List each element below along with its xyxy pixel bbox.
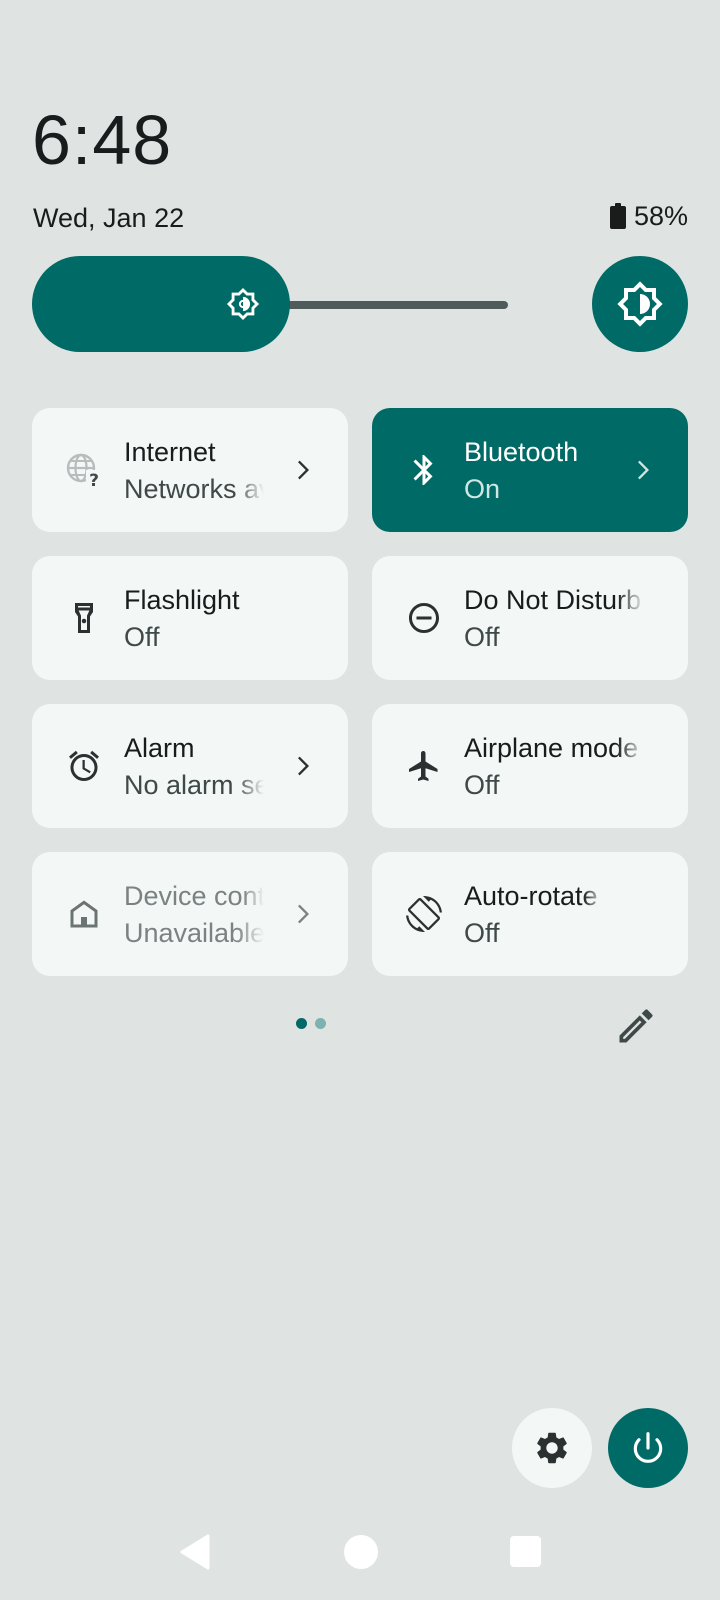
tile-subtitle: Off	[124, 622, 160, 652]
back-icon[interactable]	[178, 1534, 212, 1570]
tile-alarm[interactable]: Alarm No alarm set	[32, 704, 348, 828]
battery-icon	[609, 203, 626, 229]
power-button[interactable]	[608, 1408, 688, 1488]
auto-rotate-icon	[406, 896, 442, 932]
brightness-icon	[617, 281, 663, 327]
auto-brightness-button[interactable]	[592, 256, 688, 352]
home-icon	[70, 900, 98, 928]
airplane-icon	[409, 751, 438, 781]
home-button[interactable]	[344, 1535, 378, 1569]
tile-do-not-disturb[interactable]: Do Not Disturb Off	[372, 556, 688, 680]
svg-text:?: ?	[89, 471, 99, 488]
flashlight-icon	[75, 603, 93, 633]
tile-subtitle: Off	[464, 622, 500, 652]
tile-title: Device controls	[124, 881, 264, 911]
alarm-icon	[69, 750, 99, 781]
tile-title: Alarm	[124, 733, 195, 763]
tile-subtitle: Unavailable	[124, 918, 264, 948]
tile-title: Bluetooth	[464, 437, 579, 467]
brightness-slider[interactable]	[32, 256, 516, 352]
edit-icon[interactable]	[614, 1004, 658, 1048]
tile-bluetooth[interactable]: Bluetooth On	[372, 408, 688, 532]
chevron-right-icon	[298, 756, 309, 776]
power-icon	[633, 1432, 663, 1463]
tile-title: Flashlight	[124, 585, 240, 615]
tile-title: Airplane mode	[464, 733, 639, 763]
tile-subtitle: On	[464, 474, 501, 504]
clock: 6:48	[32, 101, 173, 179]
bluetooth-icon	[413, 455, 433, 485]
internet-question-icon: ?	[66, 453, 102, 488]
tile-subtitle: Off	[464, 918, 500, 948]
do-not-disturb-icon	[409, 603, 439, 633]
brightness-fill[interactable]	[32, 256, 290, 352]
chevron-right-icon	[298, 904, 309, 924]
tile-subtitle: Off	[464, 770, 500, 800]
tile-device-controls[interactable]: Device controls Unavailable	[32, 852, 348, 976]
chevron-right-icon	[638, 460, 649, 480]
tile-subtitle: No alarm set	[124, 770, 264, 800]
tile-subtitle: Networks available	[124, 474, 264, 504]
tile-auto-rotate[interactable]: Auto-rotate Off	[372, 852, 688, 976]
recents-button[interactable]	[510, 1536, 541, 1567]
page-dot-active	[296, 1018, 307, 1029]
gear-icon	[537, 1432, 567, 1464]
battery-status: 58%	[609, 200, 688, 232]
tile-title: Internet	[124, 437, 216, 467]
tile-title: Do Not Disturb	[464, 585, 642, 615]
brightness-icon	[226, 287, 260, 321]
date: Wed, Jan 22	[33, 203, 185, 233]
page-dot	[315, 1018, 326, 1029]
page-indicator	[296, 1018, 326, 1029]
chevron-right-icon	[298, 460, 309, 480]
tile-flashlight[interactable]: Flashlight Off	[32, 556, 348, 680]
settings-button[interactable]	[512, 1408, 592, 1488]
tile-title: Auto-rotate	[464, 881, 598, 911]
battery-percent: 58%	[633, 201, 688, 231]
tile-internet[interactable]: ? Internet Networks available	[32, 408, 348, 532]
tile-airplane-mode[interactable]: Airplane mode Off	[372, 704, 688, 828]
